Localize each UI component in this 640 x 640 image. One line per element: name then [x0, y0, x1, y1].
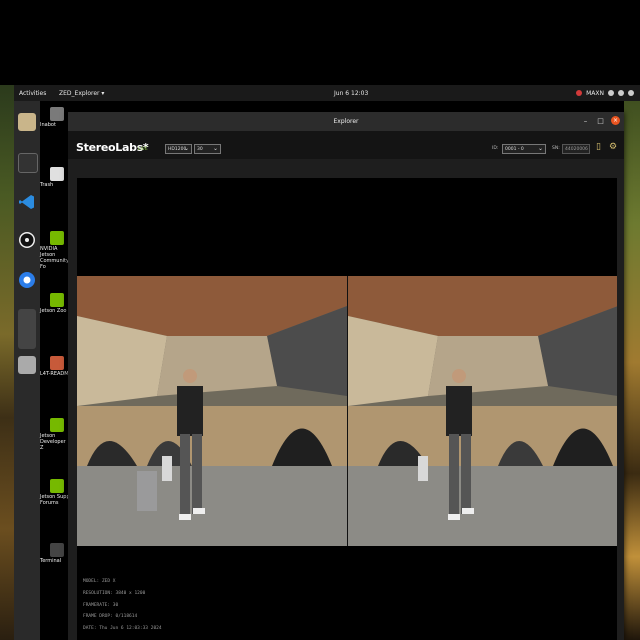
wallpaper-right	[624, 85, 640, 640]
info-model: MODEL: ZED X	[83, 579, 116, 584]
fps-select[interactable]: 30 ⌄	[194, 144, 221, 154]
obs-icon[interactable]	[18, 231, 36, 249]
desktop-item-label: Jetson Developer Z	[40, 433, 66, 451]
info-frame-drop: FRAME DROP: 0/118614	[83, 614, 138, 620]
desktop-item[interactable]: Terminal	[40, 543, 70, 564]
chevron-down-icon: ⌄	[183, 145, 189, 152]
right-camera-view	[346, 276, 617, 546]
nvidia-power-icon[interactable]	[576, 90, 583, 96]
camera-info-panel: MODEL: ZED X RESOLUTION: 3840 x 1200 FRA…	[83, 576, 162, 635]
desktop-item-label: Jetson Zoo	[40, 308, 67, 314]
serial-number-field: 44020006	[562, 144, 590, 154]
desktop-item[interactable]: Inabot	[40, 107, 70, 128]
activities-button[interactable]: Activities	[19, 90, 46, 97]
stereo-video-feed[interactable]	[77, 276, 617, 546]
terminal-icon[interactable]	[18, 153, 38, 173]
trash-icon	[50, 167, 64, 181]
desktop-item-label: Jetson Supp Forums	[40, 494, 70, 506]
desktop-item[interactable]: Jetson Developer Z	[40, 418, 70, 451]
folder-icon	[50, 356, 64, 370]
app-window-icon[interactable]	[18, 309, 36, 349]
dock	[14, 101, 40, 640]
gear-icon[interactable]: ⚙	[609, 143, 618, 152]
network-icon[interactable]	[608, 90, 614, 96]
info-resolution: RESOLUTION: 3840 x 1200	[83, 590, 146, 596]
id-label: ID:	[492, 146, 499, 151]
volume-icon[interactable]	[618, 90, 624, 96]
desktop-item-label: Terminal	[40, 558, 62, 564]
desktop-item[interactable]: Jetson Supp Forums	[40, 479, 70, 506]
nvidia-icon	[50, 293, 64, 307]
desktop-item[interactable]: Trash	[40, 167, 70, 188]
close-icon[interactable]: ×	[611, 116, 620, 125]
desktop-item[interactable]: NVIDIA Jetson Community Fo	[40, 231, 70, 270]
battery-icon[interactable]: ▯	[596, 143, 605, 152]
desktop-icons: Inabot Trash NVIDIA Jetson Community Fo …	[40, 101, 70, 640]
video-viewer: MODEL: ZED X RESOLUTION: 3840 x 1200 FRA…	[77, 178, 617, 640]
folder-icon	[50, 107, 64, 121]
chromium-icon[interactable]	[18, 271, 36, 289]
info-date: DATE: Thu Jun 6 12:03:33 2024	[83, 626, 162, 632]
info-framerate: FRAMERATE: 30	[83, 602, 119, 608]
chevron-down-icon: ⌄	[212, 145, 218, 152]
desktop-item-label: L4T-READM	[40, 371, 69, 377]
nvidia-icon	[50, 479, 64, 493]
desktop-item[interactable]: L4T-READM	[40, 356, 70, 377]
terminal-icon	[50, 543, 64, 557]
files-icon[interactable]	[18, 113, 36, 131]
system-top-bar: Activities ZED_Explorer ▾ Jun 6 12:03 MA…	[14, 85, 640, 101]
desktop-item[interactable]: Jetson Zoo	[40, 293, 70, 314]
drive-icon[interactable]	[18, 356, 36, 374]
app-header: StereoLabs* LIVE HD1200 ⌄ 30 ⌄ ID: 0001 …	[68, 131, 624, 159]
explorer-window: Explorer – □ × StereoLabs* LIVE HD1200 ⌄…	[68, 112, 624, 640]
power-mode-label[interactable]: MAXN	[586, 90, 604, 97]
power-icon[interactable]	[628, 90, 634, 96]
minimize-icon[interactable]: –	[581, 117, 590, 125]
chevron-down-icon: ⌄	[537, 145, 543, 152]
header-icons: ▯ ⚙	[596, 143, 618, 152]
serial-number-value: 44020006	[565, 147, 588, 152]
sn-label: SN:	[552, 146, 560, 151]
desktop-item-label: Inabot	[40, 122, 56, 128]
window-title: Explorer	[333, 118, 359, 125]
desktop-item-label: Trash	[40, 182, 54, 188]
camera-id-select-value: 0001 - 0	[505, 147, 524, 152]
camera-id-select[interactable]: 0001 - 0 ⌄	[502, 144, 546, 154]
fps-select-value: 30	[197, 147, 203, 152]
system-tray[interactable]: MAXN	[576, 90, 634, 97]
app-menu[interactable]: ZED_Explorer ▾	[59, 90, 104, 97]
clock[interactable]: Jun 6 12:03	[334, 90, 368, 97]
nvidia-icon	[50, 418, 64, 432]
left-camera-view	[77, 276, 347, 546]
maximize-icon[interactable]: □	[596, 117, 605, 125]
window-controls: – □ ×	[581, 116, 620, 125]
window-titlebar[interactable]: Explorer – □ ×	[68, 112, 624, 131]
live-badge: LIVE	[138, 147, 148, 152]
resolution-select[interactable]: HD1200 ⌄	[165, 144, 192, 154]
nvidia-icon	[50, 231, 64, 245]
desktop-item-label: NVIDIA Jetson Community Fo	[40, 246, 69, 270]
vscode-icon[interactable]	[18, 193, 36, 211]
